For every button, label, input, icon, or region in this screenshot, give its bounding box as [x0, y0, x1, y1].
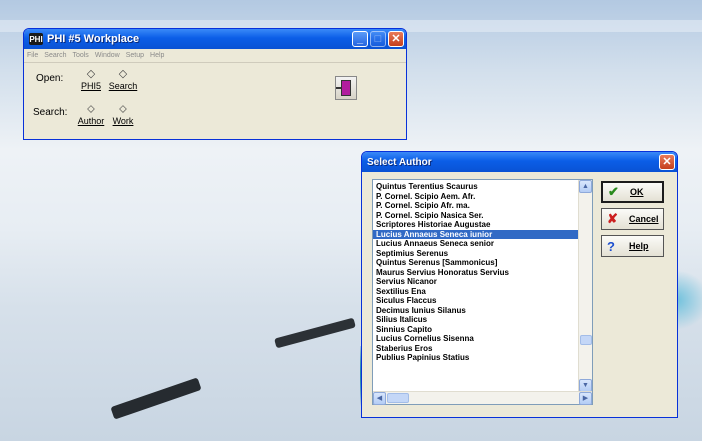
author-list-item[interactable]: Silius Italicus	[373, 315, 579, 325]
menu-help[interactable]: Help	[150, 52, 164, 59]
workplace-menubar: File Search Tools Window Setup Help	[24, 49, 406, 63]
dialog-titlebar[interactable]: Select Author ✕	[362, 152, 677, 172]
pointer-icon: ⬦	[87, 103, 95, 115]
vehicle	[274, 317, 356, 349]
help-button[interactable]: ? Help	[601, 235, 664, 257]
author-list-item[interactable]: Sinnius Capito	[373, 325, 579, 335]
author-list-item[interactable]: Publius Papinius Statius	[373, 353, 579, 363]
workplace-body: Open: Search: ◇ PHI5 ◇ Search ⬦ Author ⬦…	[24, 63, 406, 139]
horizontal-scrollbar[interactable]: ◀ ▶	[373, 391, 592, 405]
author-list-item[interactable]: P. Cornel. Scipio Afr. ma.	[373, 201, 579, 211]
scroll-right-arrow-icon[interactable]: ▶	[579, 392, 592, 405]
author-listbox[interactable]: Quintus Terentius Scaurus P. Cornel. Scip…	[372, 179, 593, 405]
minimize-button[interactable]: _	[352, 31, 368, 47]
dialog-close-button[interactable]: ✕	[659, 154, 675, 170]
checkmark-icon: ✔	[608, 184, 619, 199]
open-label: Open:	[36, 73, 64, 84]
open-search-label: Search	[108, 81, 138, 91]
ok-label: OK	[630, 187, 644, 197]
author-list-item[interactable]: Lucius Annaeus Seneca senior	[373, 239, 579, 249]
diamond-icon: ◇	[118, 68, 128, 80]
cross-icon: ✘	[607, 211, 618, 226]
dialog-title: Select Author	[367, 156, 432, 168]
phi-workplace-window: PHI PHI #5 Workplace _ □ ✕ File Search T…	[23, 28, 407, 140]
open-phi5-button[interactable]: ◇ PHI5	[79, 68, 103, 94]
author-list-item[interactable]: Scriptores Historiae Augustae	[373, 220, 579, 230]
author-list-item[interactable]: P. Cornel. Scipio Aem. Afr.	[373, 192, 579, 202]
author-list-item[interactable]: Decimus Iunius Silanus	[373, 306, 579, 316]
question-icon: ?	[607, 238, 615, 254]
vehicle	[110, 377, 202, 420]
select-author-dialog: Select Author ✕ Quintus Terentius Scauru…	[361, 151, 678, 418]
menu-setup[interactable]: Setup	[126, 52, 144, 59]
menu-search[interactable]: Search	[44, 52, 66, 59]
open-phi5-label: PHI5	[80, 81, 101, 91]
author-list-item[interactable]: Staberius Eros	[373, 344, 579, 354]
workplace-title: PHI #5 Workplace	[47, 33, 140, 45]
vertical-scrollbar[interactable]: ▲ ▼	[578, 180, 592, 392]
close-button[interactable]: ✕	[388, 31, 404, 47]
author-list-item[interactable]: Lucius Cornelius Sisenna	[373, 334, 579, 344]
author-list-item[interactable]: Quintus Terentius Scaurus	[373, 182, 579, 192]
search-work-label: Work	[112, 116, 134, 126]
scroll-up-arrow-icon[interactable]: ▲	[579, 180, 592, 193]
scroll-left-arrow-icon[interactable]: ◀	[373, 392, 386, 405]
phi-logo-icon: PHI	[29, 33, 43, 45]
author-list-item[interactable]: Quintus Serenus [Sammonicus]	[373, 258, 579, 268]
exit-door-icon	[336, 80, 351, 96]
author-list-item[interactable]: Sextilius Ena	[373, 287, 579, 297]
menu-window[interactable]: Window	[95, 52, 120, 59]
author-list-item[interactable]: Lucius Annaeus Seneca iunior	[373, 229, 579, 239]
pointer-icon: ⬦	[119, 103, 127, 115]
help-label: Help	[629, 241, 649, 251]
hscroll-thumb[interactable]	[387, 393, 409, 403]
scroll-thumb[interactable]	[580, 335, 592, 345]
menu-tools[interactable]: Tools	[72, 52, 88, 59]
cancel-button[interactable]: ✘ Cancel	[601, 208, 664, 230]
author-list-item[interactable]: Septimius Serenus	[373, 249, 579, 259]
open-search-button[interactable]: ◇ Search	[108, 68, 138, 94]
menu-file[interactable]: File	[27, 52, 38, 59]
author-list-item[interactable]: Servius Nicanor	[373, 277, 579, 287]
author-list-item[interactable]: P. Cornel. Scipio Nasica Ser.	[373, 211, 579, 221]
search-author-label: Author	[77, 116, 105, 126]
ok-button[interactable]: ✔ OK	[601, 181, 664, 203]
diamond-icon: ◇	[86, 68, 96, 80]
author-list-item[interactable]: Siculus Flaccus	[373, 296, 579, 306]
search-author-button[interactable]: ⬦ Author	[76, 103, 106, 129]
cancel-label: Cancel	[629, 214, 659, 224]
exit-button[interactable]	[335, 76, 357, 100]
author-list-item[interactable]: Maurus Servius Honoratus Servius	[373, 268, 579, 278]
author-list: Quintus Terentius Scaurus P. Cornel. Scip…	[373, 182, 579, 363]
maximize-button[interactable]: □	[370, 31, 386, 47]
workplace-titlebar[interactable]: PHI PHI #5 Workplace _ □ ✕	[24, 29, 406, 49]
search-work-button[interactable]: ⬦ Work	[110, 103, 136, 129]
search-label: Search:	[33, 107, 68, 118]
